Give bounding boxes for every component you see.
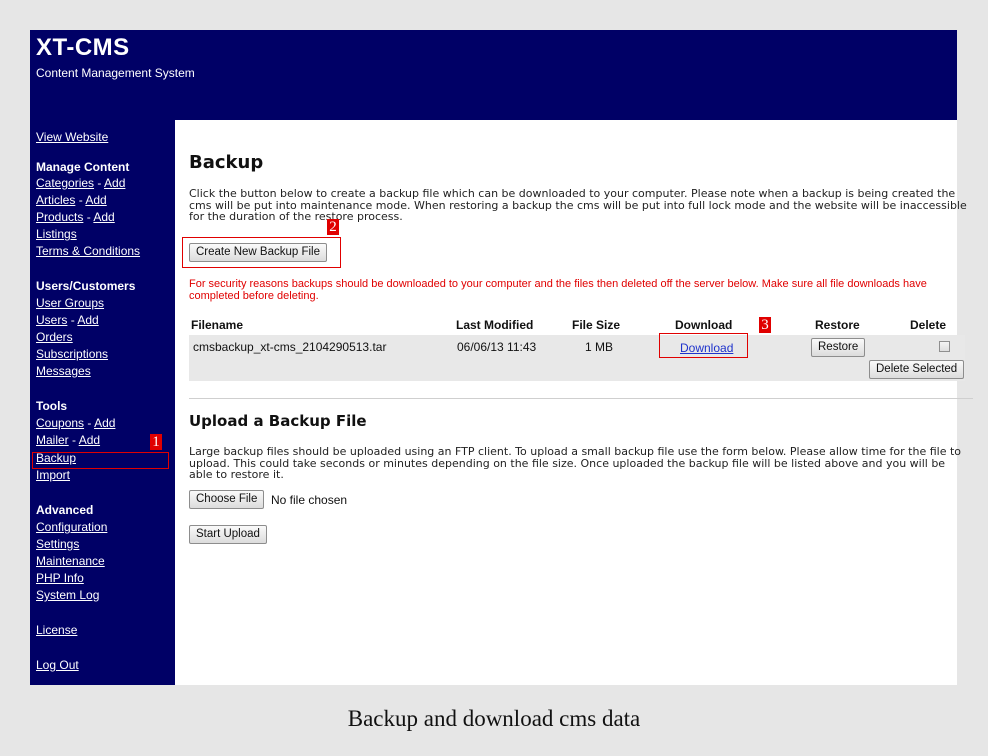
app-frame: XT-CMS Content Management System View We… bbox=[30, 30, 973, 685]
step-2-marker: 2 bbox=[327, 219, 339, 235]
sidebar-heading-advanced: Advanced bbox=[36, 503, 94, 517]
sidebar-heading-users-customers: Users/Customers bbox=[36, 279, 136, 293]
sidebar-backup-link[interactable]: Backup bbox=[36, 451, 76, 465]
step-3-marker: 3 bbox=[759, 317, 771, 333]
sidebar-products-add-link[interactable]: Add bbox=[93, 210, 114, 224]
start-upload-button[interactable]: Start Upload bbox=[189, 525, 267, 544]
create-backup-button[interactable]: Create New Backup File bbox=[189, 243, 327, 262]
sidebar-categories-add-link[interactable]: Add bbox=[104, 176, 125, 190]
sidebar-users-link[interactable]: Users bbox=[36, 313, 67, 327]
sidebar-license-link[interactable]: License bbox=[36, 623, 77, 637]
sidebar-articles-add-link[interactable]: Add bbox=[85, 193, 106, 207]
page-title: Backup bbox=[189, 152, 264, 173]
app-title: XT-CMS bbox=[36, 34, 130, 61]
sidebar-maintenance-link[interactable]: Maintenance bbox=[36, 554, 105, 568]
delete-checkbox[interactable] bbox=[939, 341, 950, 352]
sidebar-settings-link[interactable]: Settings bbox=[36, 537, 79, 551]
column-header-download: Download bbox=[675, 318, 733, 332]
sidebar-users-add-link[interactable]: Add bbox=[77, 313, 98, 327]
sidebar-separator: - bbox=[70, 313, 75, 327]
sidebar-user-groups-link[interactable]: User Groups bbox=[36, 296, 104, 310]
choose-file-button[interactable]: Choose File bbox=[189, 490, 265, 509]
sidebar-orders-link[interactable]: Orders bbox=[36, 330, 73, 344]
sidebar-coupons-link[interactable]: Coupons bbox=[36, 416, 84, 430]
app-subtitle: Content Management System bbox=[36, 66, 195, 80]
backup-last-modified: 06/06/13 11:43 bbox=[457, 340, 537, 354]
sidebar-messages-link[interactable]: Messages bbox=[36, 364, 91, 378]
sidebar-listings-link[interactable]: Listings bbox=[36, 227, 77, 241]
sidebar-log-out-link[interactable]: Log Out bbox=[36, 658, 79, 672]
sidebar-subscriptions-link[interactable]: Subscriptions bbox=[36, 347, 108, 361]
backup-file-size: 1 MB bbox=[585, 340, 614, 354]
sidebar-heading-tools: Tools bbox=[36, 399, 68, 413]
backup-intro-text: Click the button below to create a backu… bbox=[189, 187, 967, 223]
sidebar-view-website-link[interactable]: View Website bbox=[36, 130, 108, 144]
sidebar-separator: - bbox=[72, 433, 77, 447]
delete-selected-button[interactable]: Delete Selected bbox=[869, 360, 965, 379]
sidebar-separator: - bbox=[86, 210, 91, 224]
upload-instructions-text: Large backup files should be uploaded us… bbox=[189, 445, 962, 481]
column-header-restore: Restore bbox=[815, 318, 860, 332]
sidebar-php-info-link[interactable]: PHP Info bbox=[36, 571, 84, 585]
sidebar-mailer-add-link[interactable]: Add bbox=[79, 433, 100, 447]
column-header-last-modified: Last Modified bbox=[456, 318, 534, 332]
sidebar-articles-link[interactable]: Articles bbox=[36, 193, 75, 207]
column-header-delete: Delete bbox=[910, 318, 947, 332]
sidebar-separator: - bbox=[78, 193, 83, 207]
sidebar-products-link[interactable]: Products bbox=[36, 210, 83, 224]
sidebar: View Website Manage Content Categories -… bbox=[30, 120, 175, 685]
sidebar-coupons-add-link[interactable]: Add bbox=[94, 416, 115, 430]
column-header-filename: Filename bbox=[191, 318, 244, 332]
sidebar-separator: - bbox=[97, 176, 102, 190]
sidebar-terms-link[interactable]: Terms & Conditions bbox=[36, 244, 140, 258]
figure-caption: Backup and download cms data bbox=[347, 706, 641, 731]
column-header-file-size: File Size bbox=[572, 318, 621, 332]
sidebar-heading-manage-content: Manage Content bbox=[36, 160, 130, 174]
security-warning-text: For security reasons backups should be d… bbox=[189, 278, 927, 302]
restore-button[interactable]: Restore bbox=[811, 338, 866, 357]
sidebar-categories-link[interactable]: Categories bbox=[36, 176, 94, 190]
header-banner: XT-CMS Content Management System bbox=[30, 30, 957, 120]
sidebar-system-log-link[interactable]: System Log bbox=[36, 588, 99, 602]
sidebar-separator: - bbox=[87, 416, 92, 430]
table-footer-row bbox=[189, 358, 965, 381]
sidebar-configuration-link[interactable]: Configuration bbox=[36, 520, 107, 534]
main-content: Backup Click the button below to create … bbox=[175, 120, 973, 685]
sidebar-mailer-link[interactable]: Mailer bbox=[36, 433, 69, 447]
section-divider bbox=[189, 398, 973, 399]
upload-section-title: Upload a Backup File bbox=[189, 412, 367, 430]
download-backup-link[interactable]: Download bbox=[680, 341, 733, 355]
backup-filename: cmsbackup_xt-cms_2104290513.tar bbox=[193, 340, 387, 354]
sidebar-import-link[interactable]: Import bbox=[36, 468, 70, 482]
no-file-chosen-label: No file chosen bbox=[271, 493, 348, 507]
step-1-marker: 1 bbox=[150, 434, 162, 450]
